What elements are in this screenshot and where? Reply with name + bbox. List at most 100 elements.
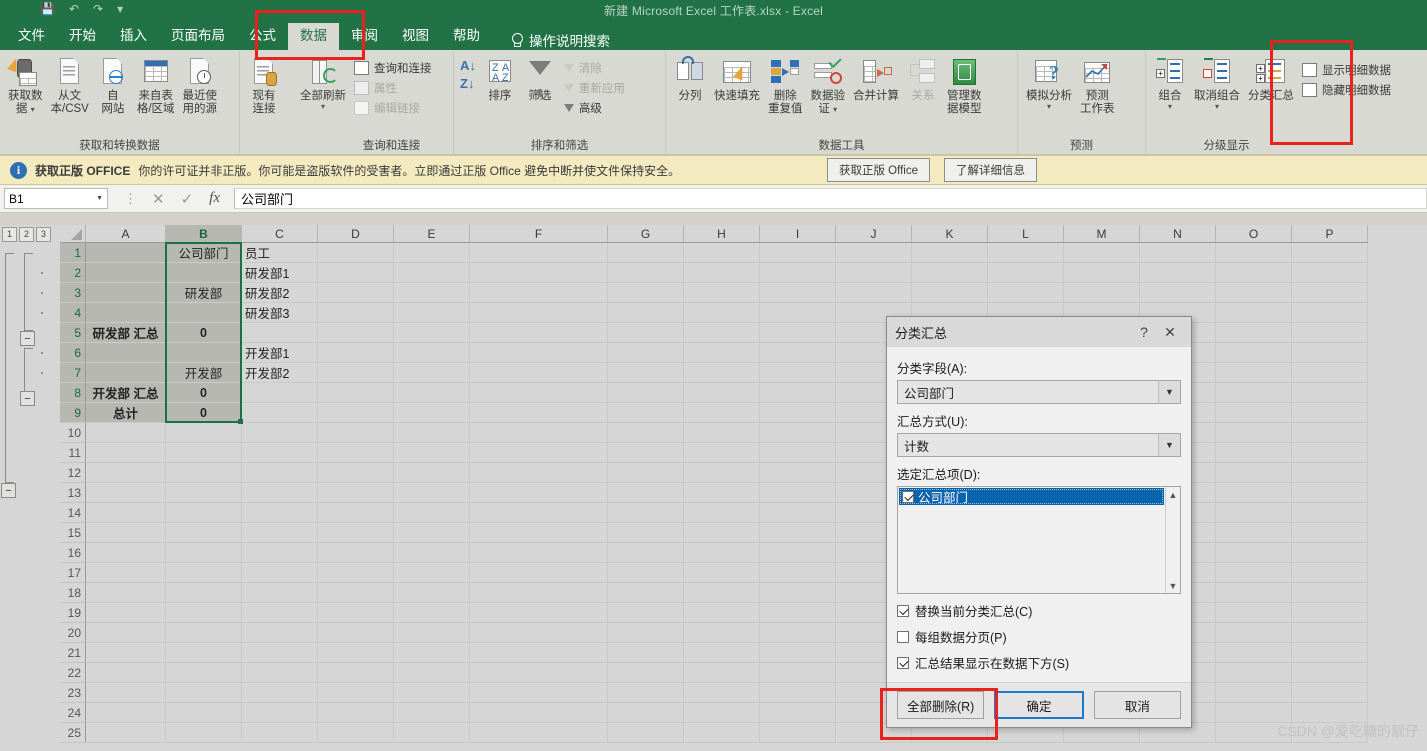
cell-B13[interactable] xyxy=(166,483,242,503)
cell-O2[interactable] xyxy=(1216,263,1292,283)
cell-H2[interactable] xyxy=(684,263,760,283)
row-header-8[interactable]: 8 xyxy=(60,383,86,403)
cell-F13[interactable] xyxy=(470,483,608,503)
page-break-between-groups-checkbox[interactable]: 每组数据分页(P) xyxy=(897,627,1181,646)
cell-B14[interactable] xyxy=(166,503,242,523)
cell-A6[interactable] xyxy=(86,343,166,363)
cell-P18[interactable] xyxy=(1292,583,1368,603)
cell-D11[interactable] xyxy=(318,443,394,463)
cell-grid[interactable]: 公司部门 员工 研发部1 研发部 研发部2 研发部3 研发部 汇总 0 开发部1 开发部 开发部2 开… xyxy=(86,243,1427,751)
cell-A14[interactable] xyxy=(86,503,166,523)
cell-G6[interactable] xyxy=(608,343,684,363)
cell-F19[interactable] xyxy=(470,603,608,623)
cell-B18[interactable] xyxy=(166,583,242,603)
tab-insert[interactable]: 插入 xyxy=(108,23,159,50)
cell-I10[interactable] xyxy=(760,423,836,443)
cell-I9[interactable] xyxy=(760,403,836,423)
ribbon-button-subtotal[interactable]: + + 分类汇总 xyxy=(1244,54,1298,105)
cell-H7[interactable] xyxy=(684,363,760,383)
select-all-button[interactable] xyxy=(60,225,86,243)
cell-H16[interactable] xyxy=(684,543,760,563)
cell-O19[interactable] xyxy=(1216,603,1292,623)
scroll-down-icon[interactable]: ▼ xyxy=(1166,578,1180,593)
tell-me-search[interactable]: 操作说明搜索 xyxy=(492,30,610,50)
cell-I8[interactable] xyxy=(760,383,836,403)
cell-D14[interactable] xyxy=(318,503,394,523)
cell-F11[interactable] xyxy=(470,443,608,463)
row-header-10[interactable]: 10 xyxy=(60,423,86,443)
cell-C25[interactable] xyxy=(242,723,318,743)
cell-A4[interactable] xyxy=(86,303,166,323)
cell-O1[interactable] xyxy=(1216,243,1292,263)
cell-A19[interactable] xyxy=(86,603,166,623)
cell-B12[interactable] xyxy=(166,463,242,483)
ribbon-button-text-to-columns[interactable]: 分列 xyxy=(670,54,710,105)
name-box-dropdown-icon[interactable]: ▼ xyxy=(96,195,103,202)
cell-A20[interactable] xyxy=(86,623,166,643)
cell-H15[interactable] xyxy=(684,523,760,543)
cell-O18[interactable] xyxy=(1216,583,1292,603)
ribbon-button-filter[interactable]: 筛选 xyxy=(520,54,560,105)
cell-K1[interactable] xyxy=(912,243,988,263)
subtotal-field-list[interactable]: 公司部门 ▲ ▼ xyxy=(897,486,1181,594)
column-header-k[interactable]: K xyxy=(912,225,988,243)
cell-G18[interactable] xyxy=(608,583,684,603)
column-header-h[interactable]: H xyxy=(684,225,760,243)
cell-P2[interactable] xyxy=(1292,263,1368,283)
cell-C19[interactable] xyxy=(242,603,318,623)
cell-O15[interactable] xyxy=(1216,523,1292,543)
cell-P16[interactable] xyxy=(1292,543,1368,563)
cell-E8[interactable] xyxy=(394,383,470,403)
row-header-13[interactable]: 13 xyxy=(60,483,86,503)
cell-E14[interactable] xyxy=(394,503,470,523)
cell-A7[interactable] xyxy=(86,363,166,383)
cell-B23[interactable] xyxy=(166,683,242,703)
column-header-p[interactable]: P xyxy=(1292,225,1368,243)
cell-H17[interactable] xyxy=(684,563,760,583)
ribbon-button-sort-desc[interactable]: Z↓ xyxy=(460,76,476,91)
cell-A23[interactable] xyxy=(86,683,166,703)
cell-G15[interactable] xyxy=(608,523,684,543)
cell-G21[interactable] xyxy=(608,643,684,663)
checkbox-icon[interactable] xyxy=(902,490,914,503)
cell-L1[interactable] xyxy=(988,243,1064,263)
cell-O17[interactable] xyxy=(1216,563,1292,583)
ribbon-button-group[interactable]: + 组合 ▾ xyxy=(1150,54,1190,112)
cell-E3[interactable] xyxy=(394,283,470,303)
cell-K3[interactable] xyxy=(912,283,988,303)
cell-D19[interactable] xyxy=(318,603,394,623)
cell-C20[interactable] xyxy=(242,623,318,643)
cell-D16[interactable] xyxy=(318,543,394,563)
cell-E5[interactable] xyxy=(394,323,470,343)
tab-formulas[interactable]: 公式 xyxy=(237,23,288,50)
cell-D8[interactable] xyxy=(318,383,394,403)
cancel-icon[interactable]: ✕ xyxy=(152,190,165,208)
ribbon-button-consolidate[interactable]: 合并计算 xyxy=(849,54,903,105)
cell-H20[interactable] xyxy=(684,623,760,643)
cell-C4[interactable]: 研发部3 xyxy=(242,303,318,323)
cell-E13[interactable] xyxy=(394,483,470,503)
cell-D15[interactable] xyxy=(318,523,394,543)
cell-I21[interactable] xyxy=(760,643,836,663)
ribbon-item-show-detail[interactable]: 显示明细数据 xyxy=(1302,62,1391,78)
cell-O21[interactable] xyxy=(1216,643,1292,663)
ribbon-button-forecast-sheet[interactable]: 预测 工作表 xyxy=(1076,54,1119,118)
cell-C23[interactable] xyxy=(242,683,318,703)
cell-I11[interactable] xyxy=(760,443,836,463)
cell-G7[interactable] xyxy=(608,363,684,383)
cell-D13[interactable] xyxy=(318,483,394,503)
ribbon-item-hide-detail[interactable]: 隐藏明细数据 xyxy=(1302,82,1391,98)
cell-O13[interactable] xyxy=(1216,483,1292,503)
cell-P7[interactable] xyxy=(1292,363,1368,383)
cell-I12[interactable] xyxy=(760,463,836,483)
chevron-down-icon[interactable]: ▼ xyxy=(1158,434,1180,456)
learn-more-button[interactable]: 了解详细信息 xyxy=(944,158,1037,182)
cell-F23[interactable] xyxy=(470,683,608,703)
cell-O22[interactable] xyxy=(1216,663,1292,683)
cell-P8[interactable] xyxy=(1292,383,1368,403)
cell-H13[interactable] xyxy=(684,483,760,503)
ribbon-button-what-if-analysis[interactable]: ? 模拟分析 ▾ xyxy=(1022,54,1076,112)
cell-O24[interactable] xyxy=(1216,703,1292,723)
cell-G14[interactable] xyxy=(608,503,684,523)
cell-O9[interactable] xyxy=(1216,403,1292,423)
